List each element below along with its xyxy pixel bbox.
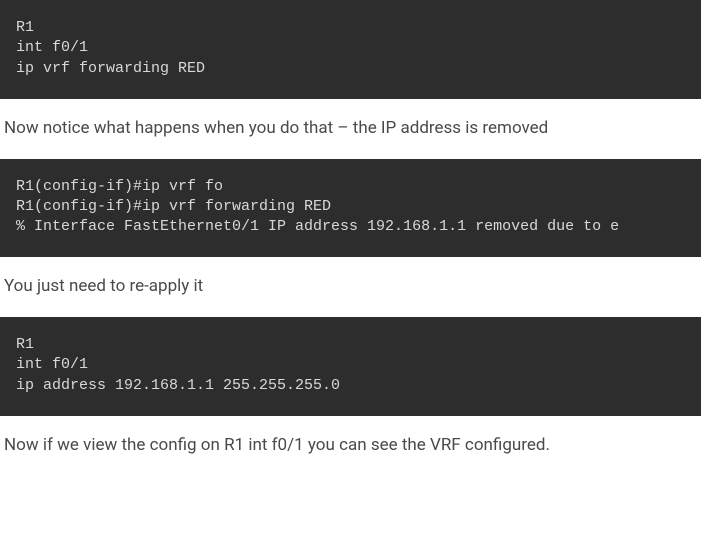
code-block-3: R1 int f0/1 ip address 192.168.1.1 255.2… — [0, 317, 701, 416]
code-block-1: R1 int f0/1 ip vrf forwarding RED — [0, 0, 701, 99]
code-block-2: R1(config-if)#ip vrf fo R1(config-if)#ip… — [0, 159, 701, 258]
paragraph-2: You just need to re-apply it — [0, 257, 701, 317]
paragraph-1: Now notice what happens when you do that… — [0, 99, 701, 159]
paragraph-3: Now if we view the config on R1 int f0/1… — [0, 416, 701, 476]
code-block-2-scroll[interactable]: R1(config-if)#ip vrf fo R1(config-if)#ip… — [0, 159, 701, 258]
